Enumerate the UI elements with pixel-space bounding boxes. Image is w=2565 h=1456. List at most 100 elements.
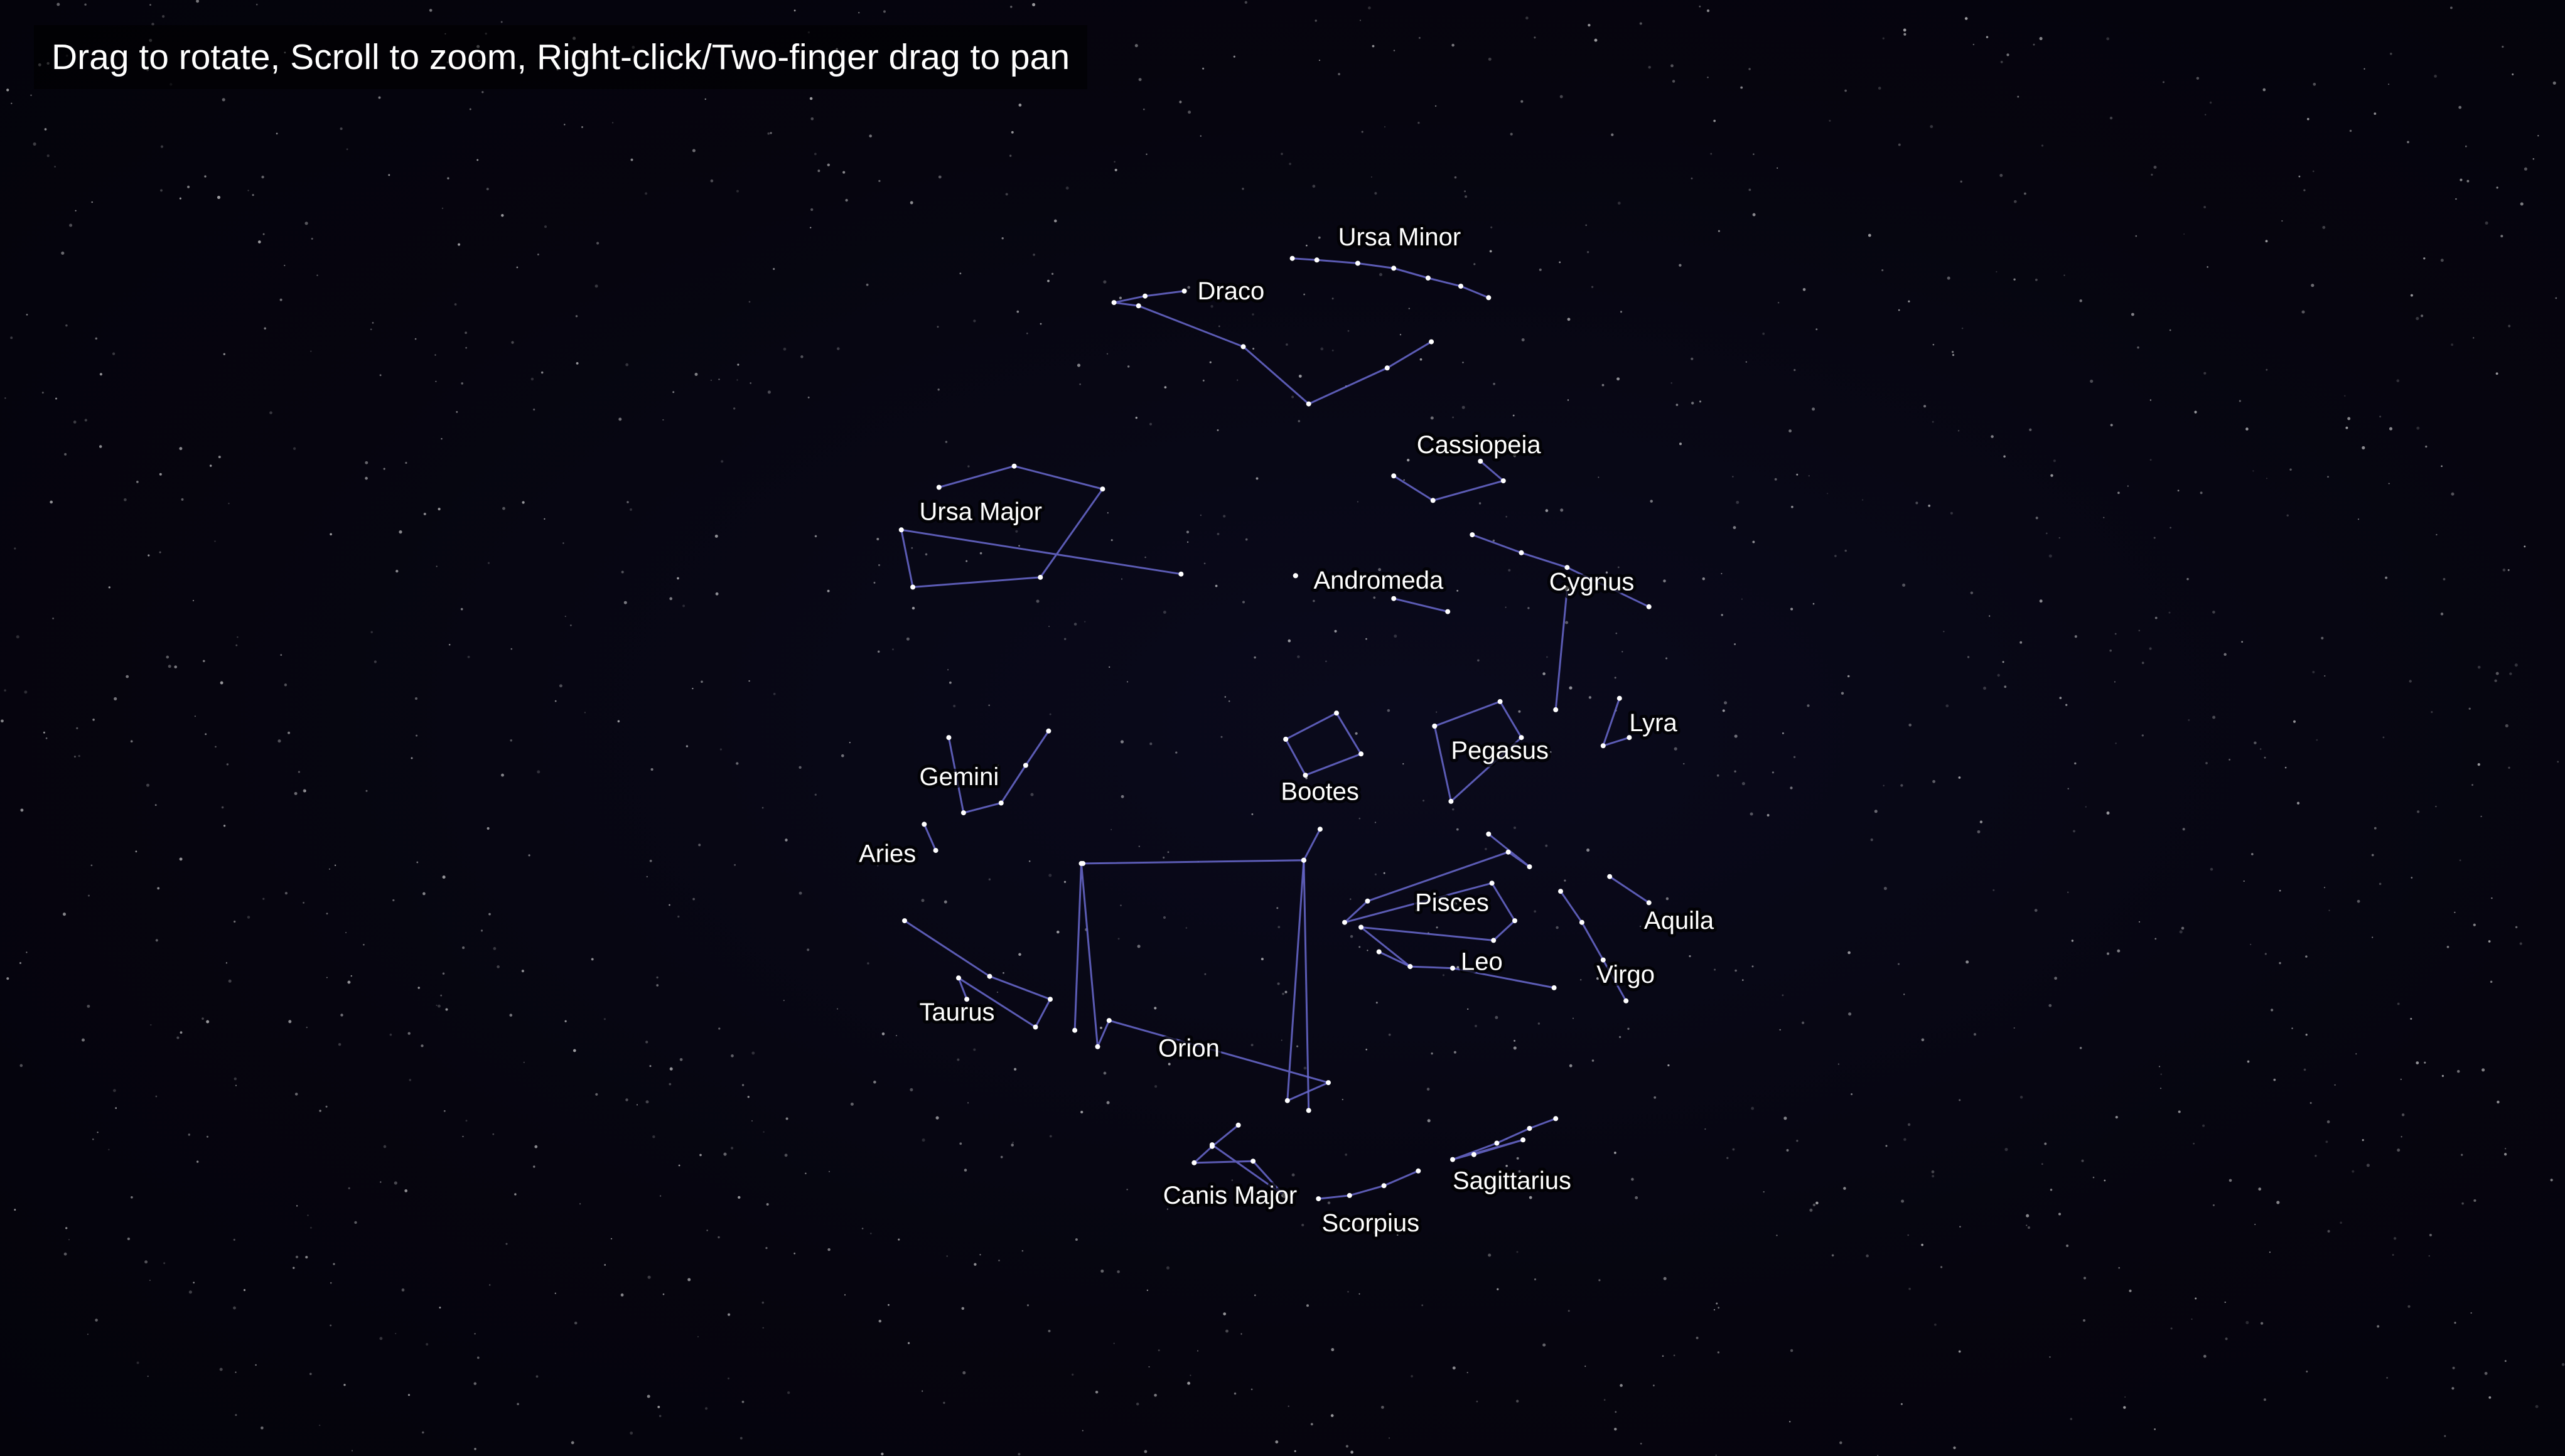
background-star bbox=[1028, 860, 1031, 862]
background-star bbox=[1200, 135, 1202, 137]
background-star bbox=[698, 843, 701, 847]
background-star bbox=[2347, 417, 2351, 420]
background-star bbox=[576, 361, 579, 365]
background-star bbox=[194, 715, 196, 717]
star-field-canvas[interactable]: Ursa Minor Draco Cassiopeia Ursa Major Andro… bbox=[0, 0, 2565, 1456]
background-star bbox=[2149, 647, 2152, 650]
background-star bbox=[1467, 1008, 1469, 1010]
background-star bbox=[160, 189, 163, 192]
background-star bbox=[649, 859, 652, 862]
background-star bbox=[1144, 1450, 1148, 1453]
background-star bbox=[1276, 907, 1279, 909]
background-star bbox=[91, 201, 93, 203]
background-star bbox=[1808, 474, 1810, 477]
background-star bbox=[1143, 108, 1145, 110]
background-star bbox=[114, 697, 117, 700]
background-star bbox=[63, 1252, 67, 1256]
background-star bbox=[937, 326, 939, 328]
taurus-star bbox=[902, 918, 907, 924]
background-star bbox=[446, 61, 449, 64]
background-star bbox=[650, 768, 653, 771]
background-star bbox=[809, 97, 813, 100]
cygnus-star bbox=[1646, 604, 1652, 609]
orion-star bbox=[1301, 857, 1306, 863]
pisces-star bbox=[1527, 864, 1532, 870]
background-star bbox=[1752, 213, 1756, 217]
background-star bbox=[530, 377, 534, 381]
background-star bbox=[2259, 748, 2262, 750]
background-star bbox=[1488, 57, 1492, 61]
background-star bbox=[257, 240, 261, 244]
draco-star bbox=[1136, 303, 1141, 309]
background-star bbox=[1138, 845, 1140, 847]
background-star bbox=[1793, 756, 1796, 758]
background-star bbox=[2092, 1176, 2095, 1179]
background-star bbox=[1163, 856, 1165, 859]
background-star bbox=[1900, 1403, 1903, 1405]
background-star bbox=[1103, 280, 1107, 284]
background-star bbox=[454, 303, 457, 306]
background-star bbox=[2397, 1148, 2401, 1152]
background-star bbox=[1166, 1266, 1170, 1270]
background-star bbox=[2179, 930, 2183, 934]
background-star bbox=[827, 589, 830, 592]
background-star bbox=[1426, 1088, 1430, 1091]
background-star bbox=[421, 1044, 424, 1047]
background-star bbox=[2429, 1233, 2432, 1237]
lyra-label: Lyra bbox=[1629, 709, 1677, 737]
background-star bbox=[2162, 81, 2165, 83]
background-star bbox=[2138, 921, 2141, 923]
background-star bbox=[1106, 1101, 1110, 1105]
background-star bbox=[2004, 685, 2007, 688]
background-star bbox=[1422, 800, 1425, 802]
background-star bbox=[2416, 1061, 2419, 1064]
background-star bbox=[1065, 186, 1069, 190]
background-star bbox=[1012, 1142, 1014, 1143]
background-star bbox=[1847, 951, 1851, 955]
background-star bbox=[1903, 993, 1905, 995]
background-star bbox=[2301, 310, 2305, 314]
background-star bbox=[1565, 621, 1569, 624]
background-star bbox=[962, 1371, 966, 1374]
background-star bbox=[2400, 1078, 2402, 1080]
background-star bbox=[765, 1246, 768, 1250]
background-star bbox=[1736, 501, 1740, 504]
background-star bbox=[225, 962, 227, 964]
background-star bbox=[1689, 955, 1691, 958]
background-star bbox=[2374, 112, 2377, 115]
background-star bbox=[469, 108, 471, 110]
background-star bbox=[2004, 1148, 2008, 1152]
background-star bbox=[533, 409, 535, 411]
background-star bbox=[188, 1290, 192, 1294]
background-star bbox=[206, 1135, 209, 1138]
background-star bbox=[228, 503, 230, 505]
background-star bbox=[514, 1193, 517, 1196]
background-star bbox=[1245, 538, 1248, 541]
background-star bbox=[2058, 1212, 2062, 1216]
background-star bbox=[1430, 416, 1434, 420]
background-star bbox=[2154, 1428, 2156, 1430]
background-star bbox=[736, 379, 738, 381]
background-star bbox=[426, 1343, 429, 1346]
background-star bbox=[1204, 973, 1207, 975]
background-star bbox=[2039, 36, 2043, 40]
background-star bbox=[505, 1243, 508, 1245]
background-star bbox=[1718, 1307, 1720, 1309]
background-star bbox=[284, 683, 288, 687]
background-star bbox=[407, 1032, 411, 1035]
background-star bbox=[1979, 820, 1983, 823]
background-stars bbox=[1, 0, 2565, 1456]
background-star bbox=[1534, 36, 1536, 39]
background-star bbox=[718, 1236, 720, 1239]
background-star bbox=[78, 754, 80, 757]
background-star bbox=[626, 501, 629, 503]
background-star bbox=[1722, 709, 1725, 712]
scorpius-line bbox=[1318, 1170, 1419, 1200]
background-star bbox=[844, 1294, 846, 1296]
background-star bbox=[1163, 916, 1166, 919]
background-star bbox=[965, 560, 968, 562]
background-star bbox=[1520, 100, 1524, 103]
background-star bbox=[2473, 1199, 2476, 1202]
background-star bbox=[2160, 1073, 2162, 1075]
background-star bbox=[1710, 153, 1713, 155]
